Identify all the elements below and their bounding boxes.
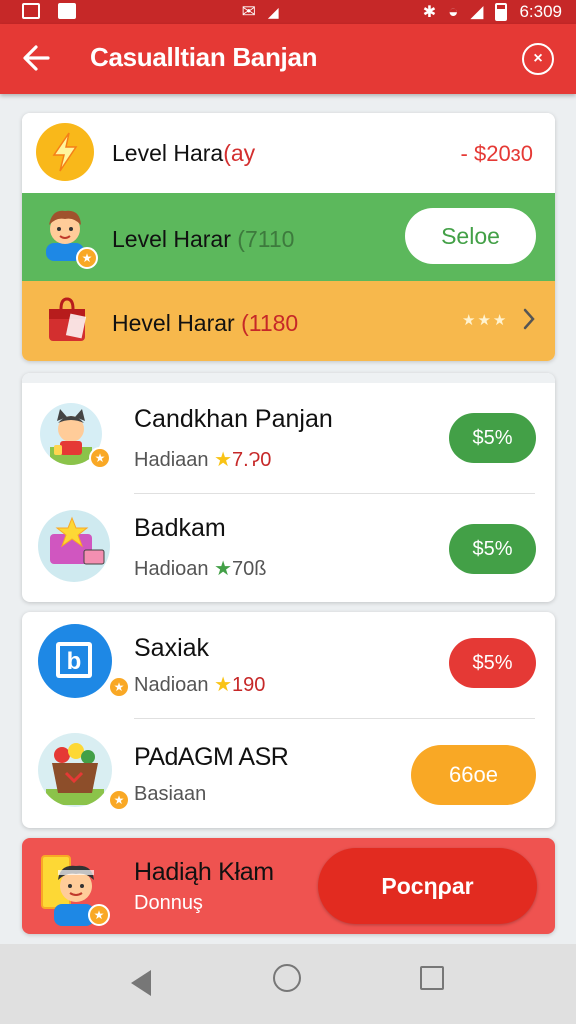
item-title: Candkhan Panjan: [134, 405, 333, 433]
list-item[interactable]: ★ Candkhan Panjan Hadiaan ★7.Ɂ0 $5%: [22, 383, 555, 493]
level-row-3[interactable]: Hevel Harar (1180 ★★★: [22, 281, 555, 361]
level-extra: (ay: [223, 140, 256, 166]
nav-back-icon[interactable]: [131, 970, 151, 996]
signal-small-icon: ◢: [267, 3, 279, 20]
star-icon: ★: [214, 674, 233, 696]
image-notification-icon: [22, 3, 40, 19]
item-subtitle: Hadioan: [134, 558, 209, 580]
item-title: Saxiak: [134, 634, 210, 662]
gift-box-icon: [38, 510, 110, 582]
wifi-icon: ◒: [448, 2, 459, 21]
star-badge-icon: ★: [108, 676, 130, 698]
battery-icon: [495, 3, 508, 21]
discount-badge[interactable]: $5%: [449, 638, 536, 688]
back-arrow-icon[interactable]: [20, 40, 54, 76]
list-item[interactable]: Badkam Hadioan ★70ß $5%: [22, 494, 555, 602]
level-label: Level Hara: [112, 140, 224, 166]
discount-badge[interactable]: $5%: [449, 524, 536, 574]
chevron-right-icon[interactable]: [522, 307, 536, 336]
offer-list-card-2: b ★ Saxiak Nadioan ★190 $5% ★ PAdAGM ASR…: [22, 612, 555, 828]
action-badge[interactable]: 66oe: [411, 745, 536, 805]
level-card: Level Hara(ay - $20ɜ0 ★ Level Harar (711…: [22, 113, 555, 361]
system-nav-bar: [0, 944, 576, 1024]
status-bar: ✉ ◢ ✱ ◒ ◢ 6:309: [0, 0, 576, 24]
app-logo-icon: b: [38, 624, 112, 698]
rating-stars: ★★★: [462, 312, 509, 329]
star-badge-icon: ★: [88, 904, 110, 926]
item-title: PAdAGM ASR: [134, 743, 289, 771]
star-icon: ★: [214, 449, 233, 471]
nav-recents-icon[interactable]: [420, 966, 444, 990]
status-time: 6:309: [519, 2, 562, 21]
bonus-subtitle: Donnuş: [134, 892, 203, 914]
level-label: Hevel Harar: [112, 310, 235, 336]
close-icon[interactable]: ×: [522, 43, 554, 75]
star-badge-icon: ★: [89, 447, 111, 469]
basket-icon: [38, 733, 112, 807]
list-item[interactable]: b ★ Saxiak Nadioan ★190 $5%: [22, 612, 555, 718]
app-bar: Casualltian Banjan ×: [0, 24, 576, 94]
bonus-title: Hadiąh Kłam: [134, 858, 274, 886]
level-extra: (1180: [241, 310, 299, 336]
item-subtitle: Basiaan: [134, 783, 207, 805]
discount-badge[interactable]: $5%: [449, 413, 536, 463]
nav-home-icon[interactable]: [273, 964, 301, 992]
item-title: Badkam: [134, 514, 226, 542]
level-extra: (7110: [237, 226, 295, 252]
lightning-icon: [36, 123, 94, 181]
svg-text:b: b: [67, 648, 82, 675]
signal-icon: ◢: [470, 2, 484, 21]
item-count: 190: [232, 674, 266, 696]
item-count: 7.Ɂ0: [232, 449, 272, 471]
level-row-2[interactable]: ★ Level Harar (7110 Seloe: [22, 193, 555, 281]
bonus-card: ★ Hadiąh Kłam Donnuş Pocηρar: [22, 838, 555, 934]
page-title: Casualltian Banjan: [90, 42, 318, 72]
message-notification-icon: [58, 3, 76, 19]
item-subtitle: Nadioan: [134, 674, 209, 696]
item-count: 70ß: [232, 558, 267, 580]
bluetooth-icon: ✱: [422, 4, 437, 21]
star-badge-icon: ★: [76, 247, 98, 269]
card-top-strip: [22, 373, 555, 383]
gift-bag-icon: [44, 295, 92, 345]
mail-icon: ✉: [241, 2, 256, 21]
offer-list-card-1: ★ Candkhan Panjan Hadiaan ★7.Ɂ0 $5% Badk…: [22, 373, 555, 602]
star-badge-icon: ★: [108, 789, 130, 811]
level-row-1[interactable]: Level Hara(ay - $20ɜ0: [22, 113, 555, 193]
item-subtitle: Hadiaan: [134, 449, 209, 471]
level-label: Level Harar: [112, 226, 231, 252]
level-value: - $20ɜ0: [460, 141, 533, 166]
claim-button[interactable]: Pocηρar: [318, 848, 537, 924]
list-item[interactable]: ★ PAdAGM ASR Basiaan 66oe: [22, 719, 555, 828]
select-button[interactable]: Seloe: [405, 208, 536, 264]
star-icon: ★: [214, 558, 233, 580]
